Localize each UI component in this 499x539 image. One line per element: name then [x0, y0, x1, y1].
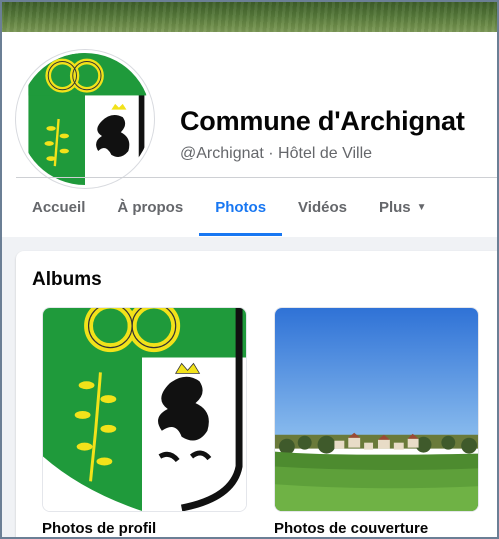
tab-label: Vidéos: [298, 198, 347, 216]
album-thumbnail[interactable]: [42, 307, 247, 512]
coat-of-arms-icon: [43, 308, 246, 511]
landscape-photo-icon: [275, 308, 478, 511]
tab-videos[interactable]: Vidéos: [282, 178, 363, 236]
tab-label: Photos: [215, 198, 267, 216]
profile-picture[interactable]: [16, 50, 154, 188]
album-profile-photos[interactable]: Photos de profil: [42, 307, 247, 537]
tab-label: Plus: [378, 198, 411, 216]
page-title: Commune d'Archignat: [180, 106, 465, 136]
tab-label: À propos: [117, 198, 184, 216]
albums-card: Albums Photos de profil Photos de couver…: [16, 251, 497, 537]
browser-frame: Commune d'Archignat @Archignat · Hôtel d…: [0, 0, 499, 539]
coat-of-arms-icon: [19, 53, 151, 185]
page-header: Commune d'Archignat @Archignat · Hôtel d…: [2, 32, 497, 237]
tab-a-propos[interactable]: À propos: [101, 178, 199, 236]
album-name[interactable]: Photos de couverture: [274, 520, 479, 537]
tab-accueil[interactable]: Accueil: [16, 178, 101, 236]
album-thumbnail[interactable]: [274, 307, 479, 512]
page-tabs: Accueil À propos Photos Vidéos Plus ▼: [16, 178, 443, 236]
tab-plus[interactable]: Plus ▼: [363, 178, 443, 236]
album-cover-photos[interactable]: Photos de couverture: [274, 307, 479, 537]
tab-photos[interactable]: Photos: [199, 178, 282, 236]
caret-down-icon: ▼: [416, 201, 427, 213]
album-name[interactable]: Photos de profil: [42, 520, 247, 537]
page-subtitle: @Archignat · Hôtel de Ville: [180, 145, 373, 162]
cover-photo[interactable]: [2, 2, 497, 32]
tab-label: Accueil: [32, 198, 86, 216]
albums-heading: Albums: [32, 269, 102, 290]
